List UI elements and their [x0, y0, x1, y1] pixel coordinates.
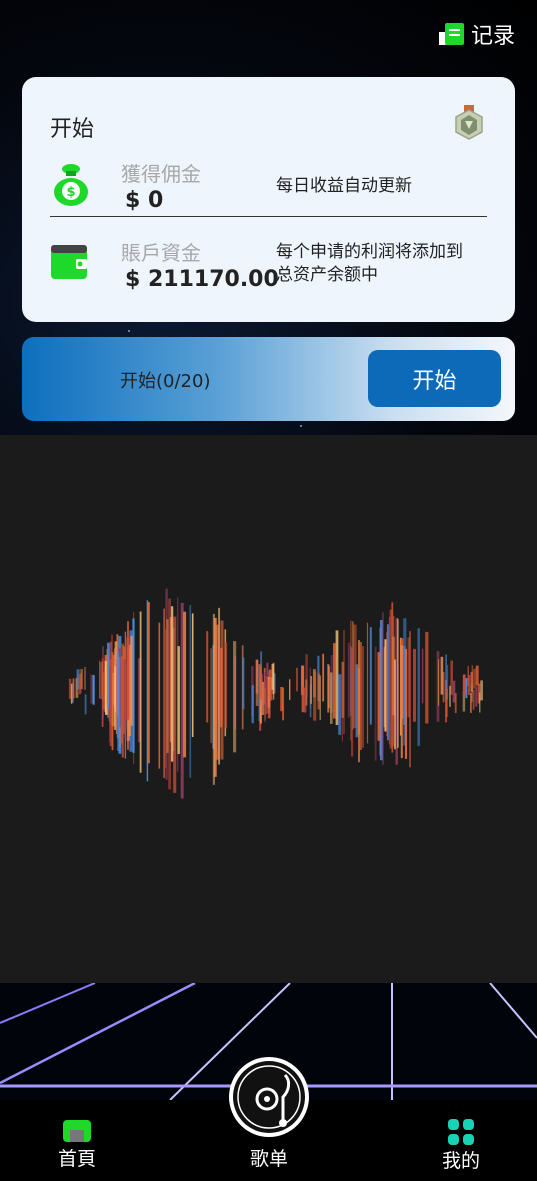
soundwave-graphic [68, 588, 483, 799]
tab-home[interactable]: 首頁 [52, 1118, 102, 1171]
home-icon [62, 1118, 92, 1144]
commission-value: $ 0 [125, 188, 164, 213]
tab-playlist[interactable]: 歌单 [238, 1144, 300, 1171]
tab-mine-label: 我的 [441, 1150, 480, 1172]
card-title: 开始 [50, 117, 95, 142]
svg-text:$: $ [66, 185, 75, 200]
money-bag-icon: $ [52, 163, 90, 211]
grid-apps-icon [447, 1118, 475, 1146]
star [128, 330, 130, 332]
earnings-card: 开始 $ 獲得佣金 $ 0 每日收益自动更新 賬戶資金 $ 211170.00 [22, 77, 515, 322]
account-label: 賬戶資金 [121, 241, 201, 265]
start-progress-label: 开始(0/20) [120, 371, 211, 392]
ledger-icon [438, 21, 465, 47]
rank-badge-icon [453, 105, 485, 141]
start-button[interactable]: 开始 [368, 350, 501, 407]
tab-home-label: 首頁 [57, 1148, 96, 1170]
wallet-icon [50, 243, 88, 285]
account-desc: 每个申请的利润将添加到 总资产余额中 [276, 241, 463, 287]
account-desc-line1: 每个申请的利润将添加到 [276, 242, 463, 262]
account-value: $ 211170.00 [125, 267, 279, 292]
commission-label: 獲得佣金 [121, 162, 201, 186]
commission-desc: 每日收益自动更新 [276, 176, 412, 196]
tab-mine[interactable]: 我的 [436, 1118, 486, 1173]
start-bar: 开始(0/20) 开始 [22, 337, 515, 421]
card-divider [50, 216, 487, 217]
tab-playlist-label: 歌单 [249, 1148, 288, 1170]
star [300, 425, 302, 427]
account-desc-line2: 总资产余额中 [276, 265, 378, 285]
music-disc-icon[interactable] [229, 1057, 309, 1137]
record-label: 记录 [470, 24, 515, 49]
record-link[interactable]: 记录 [438, 18, 515, 50]
soundwave-visual [0, 435, 537, 983]
